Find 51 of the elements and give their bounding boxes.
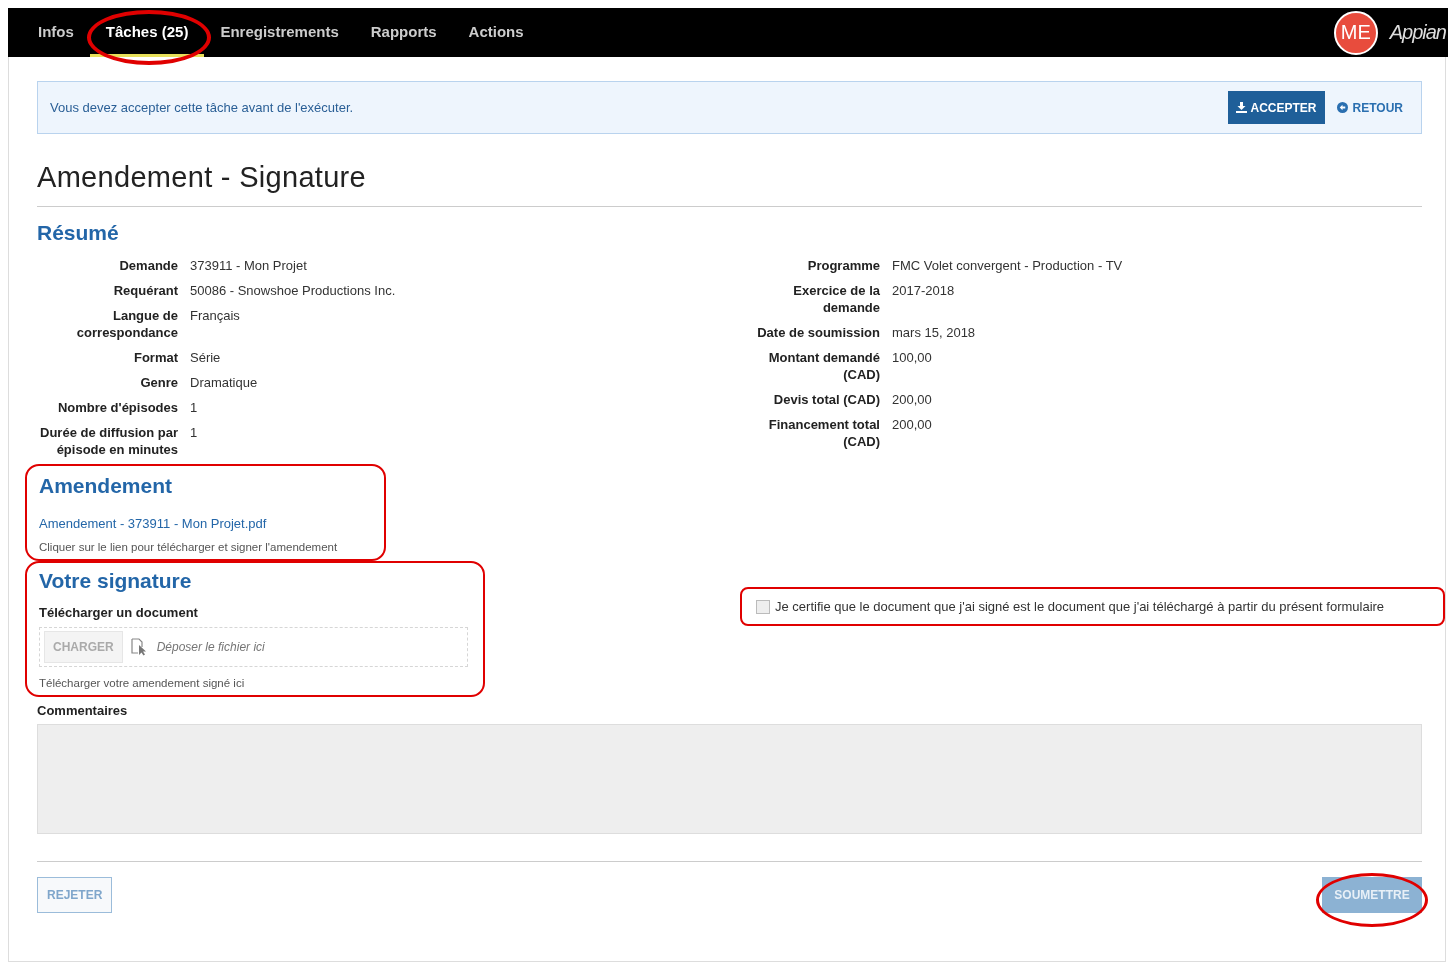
page-title: Amendement - Signature bbox=[37, 161, 367, 194]
field-value: 373911 - Mon Projet bbox=[190, 258, 307, 273]
nav-tab[interactable]: Rapports bbox=[354, 8, 453, 57]
nav-tab[interactable]: Infos bbox=[22, 8, 90, 57]
comments-field[interactable] bbox=[37, 724, 1422, 834]
file-cursor-icon bbox=[130, 638, 147, 656]
help-text: Cliquer sur le lien pour télécharger et signer l'amendement bbox=[39, 541, 339, 553]
section-heading: Votre signature bbox=[39, 569, 193, 593]
nav-tab[interactable]: Tâches (25) bbox=[89, 8, 205, 57]
checkbox-label: Je certifie que le document que j'ai signé est le document que j'ai téléchargé à partir du présent formulaire bbox=[775, 599, 1385, 614]
accept-button[interactable]: ACCEPTER bbox=[1227, 91, 1325, 124]
back-button[interactable]: RETOUR bbox=[1336, 100, 1403, 115]
field-label: Programme bbox=[806, 257, 880, 274]
field-value: 200,00 bbox=[892, 392, 932, 407]
field-value: 1 bbox=[190, 400, 198, 415]
help-text: Télécharger votre amendement signé ici bbox=[39, 677, 246, 689]
field-label: Requérant bbox=[112, 282, 178, 299]
field-value: FMC Volet convergent - Production - TV bbox=[892, 258, 1123, 273]
field-value: 1 bbox=[190, 425, 198, 440]
download-icon bbox=[1235, 102, 1247, 113]
field-label: Durée de diffusion par épisode en minutes bbox=[39, 424, 178, 458]
section-heading: Résumé bbox=[37, 221, 120, 245]
field-label: Exercice de la demande bbox=[792, 282, 880, 316]
field-value: mars 15, 2018 bbox=[892, 325, 976, 340]
field-label: Demande bbox=[118, 257, 178, 274]
banner-message: Vous devez accepter cette tâche avant de l'exécuter. bbox=[50, 100, 355, 115]
field-value: Dramatique bbox=[190, 375, 258, 390]
field-label: Financement total (CAD) bbox=[767, 416, 880, 450]
user-avatar[interactable]: ME bbox=[1333, 10, 1378, 55]
field-label: Montant demandé (CAD) bbox=[767, 349, 880, 383]
field-value: 2017-2018 bbox=[892, 283, 955, 298]
field-label: Commentaires bbox=[37, 703, 129, 718]
brand-logo: Appian bbox=[1389, 21, 1446, 44]
field-label: Langue de correspondance bbox=[75, 307, 178, 341]
field-label: Genre bbox=[139, 374, 178, 391]
field-label: Nombre d'épisodes bbox=[56, 399, 178, 416]
field-label: Format bbox=[132, 349, 178, 366]
field-label: Télécharger un document bbox=[39, 605, 199, 620]
field-value: 100,00 bbox=[892, 350, 932, 365]
field-value: 200,00 bbox=[892, 417, 932, 432]
checkbox[interactable] bbox=[756, 599, 770, 614]
field-label: Date de soumission bbox=[756, 324, 880, 341]
nav-tab[interactable]: Enregistrements bbox=[204, 8, 355, 57]
nav-tab[interactable]: Actions bbox=[452, 8, 540, 57]
field-label: Devis total (CAD) bbox=[772, 391, 880, 408]
document-link[interactable]: Amendement - 373911 - Mon Projet.pdf bbox=[39, 516, 267, 531]
section-heading: Amendement bbox=[39, 474, 174, 498]
back-arrow-icon bbox=[1336, 102, 1348, 113]
field-value: Français bbox=[190, 308, 240, 323]
field-value: 50086 - Snowshoe Productions Inc. bbox=[190, 283, 396, 298]
field-value: Série bbox=[190, 350, 221, 365]
